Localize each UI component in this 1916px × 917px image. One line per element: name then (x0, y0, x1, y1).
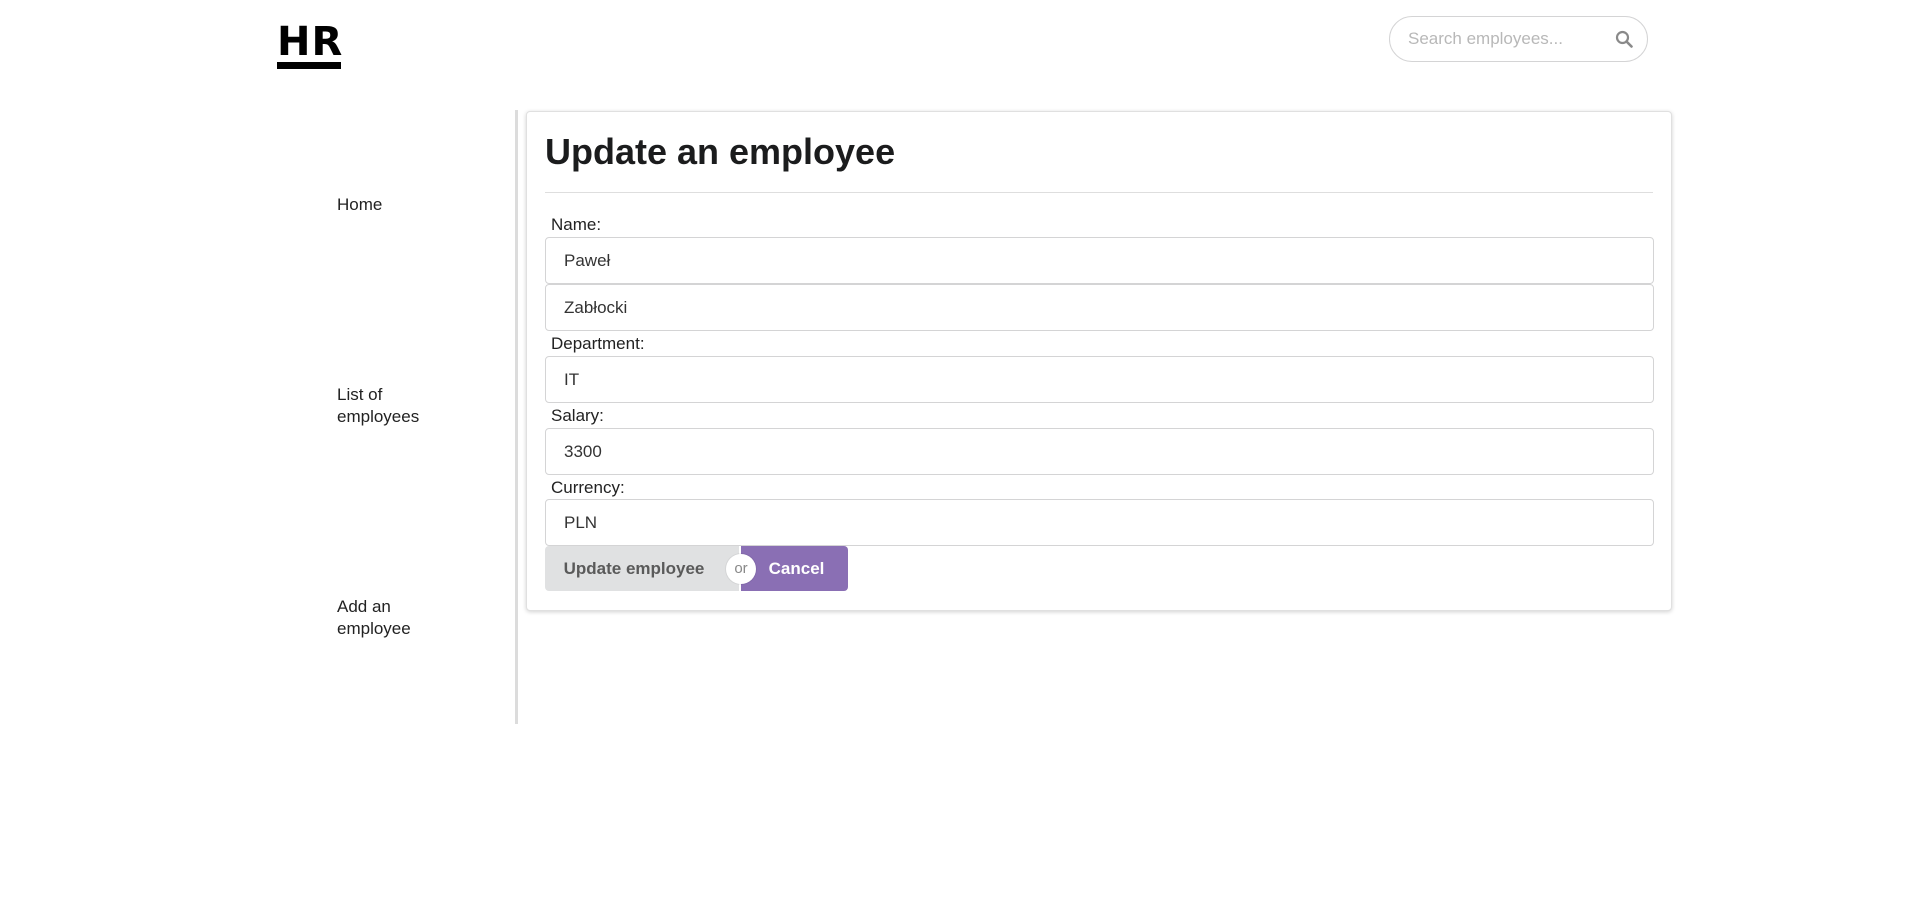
sidebar-item-list-of-employees[interactable]: List of employees (337, 384, 427, 428)
search-input[interactable] (1408, 17, 1608, 61)
sidebar-nav: Home List of employees Add an employee (337, 110, 517, 724)
update-employee-button[interactable]: Update employee (545, 546, 739, 591)
update-employee-label: Update employee (563, 558, 705, 578)
department-label: Department: (551, 334, 645, 353)
currency-field[interactable] (545, 499, 1654, 546)
title-divider (545, 192, 1653, 193)
logo-text: HR (277, 19, 344, 65)
last-name-field[interactable] (545, 284, 1654, 331)
update-employee-card: Update an employee Name: Department: Sal… (526, 111, 1672, 611)
sidebar-divider (515, 110, 518, 724)
department-field[interactable] (545, 356, 1654, 403)
salary-field[interactable] (545, 428, 1654, 475)
page-title: Update an employee (545, 131, 896, 172)
search-icon[interactable] (1615, 30, 1633, 48)
cancel-label: Cancel (768, 558, 825, 578)
search-box[interactable] (1389, 16, 1648, 62)
sidebar-item-home[interactable]: Home (337, 194, 467, 216)
first-name-field[interactable] (545, 237, 1654, 284)
name-label: Name: (551, 215, 602, 234)
hr-logo[interactable]: HR (277, 19, 344, 70)
logo-underline (277, 62, 341, 69)
cancel-button[interactable]: Cancel (741, 546, 848, 591)
sidebar-item-add-employee[interactable]: Add an employee (337, 596, 427, 640)
salary-label: Salary: (551, 406, 604, 425)
or-separator: or (726, 554, 756, 584)
currency-label: Currency: (551, 478, 625, 497)
